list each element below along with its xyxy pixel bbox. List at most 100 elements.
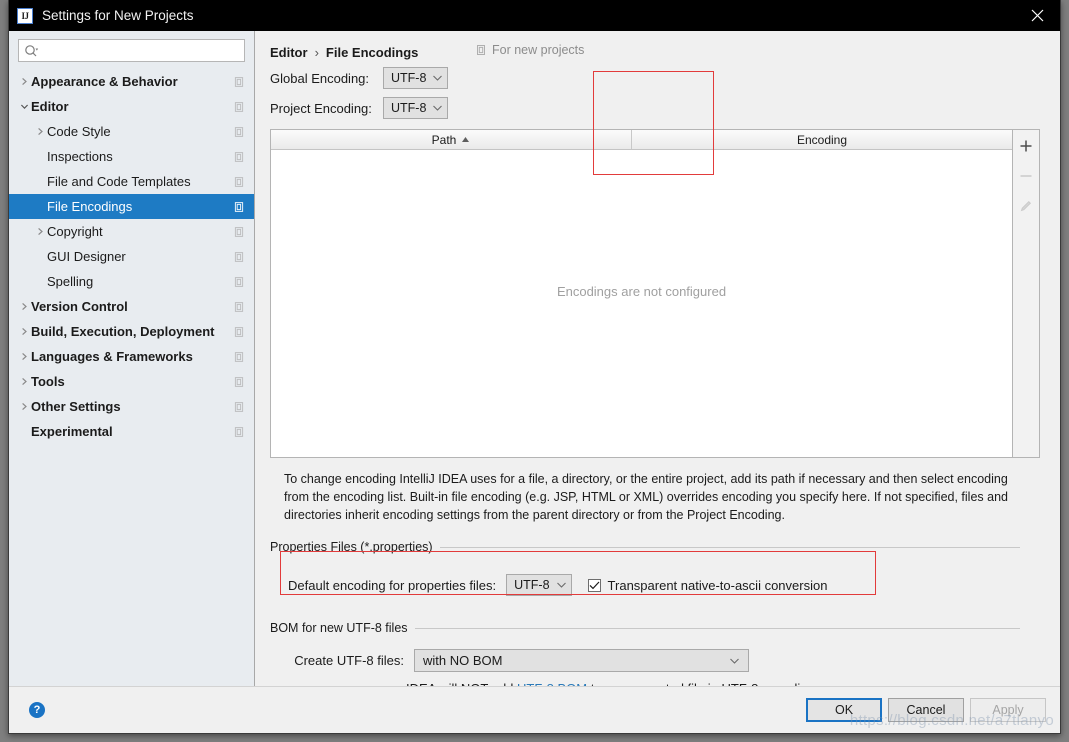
chevron-down-icon xyxy=(729,657,740,665)
help-button[interactable]: ? xyxy=(29,702,45,718)
sidebar-item-file-and-code-templates[interactable]: File and Code Templates xyxy=(9,169,254,194)
column-header-encoding[interactable]: Encoding xyxy=(632,130,1012,149)
title-bar: IJ Settings for New Projects xyxy=(9,0,1060,31)
copy-settings-icon[interactable] xyxy=(232,300,246,314)
sidebar-item-spelling[interactable]: Spelling xyxy=(9,269,254,294)
screenshot-root: IJ Settings for New Projects Appearance … xyxy=(0,0,1069,742)
chevron-down-icon xyxy=(432,104,443,112)
breadcrumb: Editor › File Encodings For new projects xyxy=(270,41,1040,63)
window-title: Settings for New Projects xyxy=(42,8,194,23)
sidebar-item-editor[interactable]: Editor xyxy=(9,94,254,119)
table-toolbar xyxy=(1013,129,1040,458)
sidebar-item-appearance-behavior[interactable]: Appearance & Behavior xyxy=(9,69,254,94)
copy-settings-icon[interactable] xyxy=(232,250,246,264)
main-panel: Editor › File Encodings For new projects xyxy=(255,31,1060,686)
ok-button[interactable]: OK xyxy=(806,698,882,722)
global-encoding-row: Global Encoding: UTF-8 xyxy=(270,63,1040,93)
description-text: To change encoding IntelliJ IDEA uses fo… xyxy=(284,472,1008,522)
tree-arrow-placeholder xyxy=(17,425,31,439)
chevron-right-icon[interactable] xyxy=(33,225,47,239)
sidebar-item-gui-designer[interactable]: GUI Designer xyxy=(9,244,254,269)
sidebar-item-label: Spelling xyxy=(47,274,94,289)
copy-settings-icon[interactable] xyxy=(232,400,246,414)
global-encoding-select[interactable]: UTF-8 xyxy=(383,67,449,89)
copy-settings-icon[interactable] xyxy=(232,275,246,289)
dialog-footer: ? OK Cancel Apply https://blog.csdn.net/… xyxy=(9,686,1060,733)
copy-settings-icon[interactable] xyxy=(232,150,246,164)
project-encoding-row: Project Encoding: UTF-8 xyxy=(270,93,1040,123)
bom-group: BOM for new UTF-8 files Create UTF-8 fil… xyxy=(270,621,1020,686)
table-body[interactable]: Encodings are not configured xyxy=(271,150,1012,457)
copy-settings-icon[interactable] xyxy=(232,200,246,214)
project-encoding-label: Project Encoding: xyxy=(270,100,372,116)
settings-tree: Appearance & Behavior Editor Code Style Ins… xyxy=(9,68,254,686)
bom-group-title: BOM for new UTF-8 files xyxy=(270,621,408,635)
tree-arrow-placeholder xyxy=(33,200,47,214)
group-divider xyxy=(439,546,1020,548)
sidebar-item-label: Experimental xyxy=(31,424,113,439)
remove-button[interactable] xyxy=(1014,164,1038,188)
copy-settings-icon[interactable] xyxy=(232,75,246,89)
footer-buttons: OK Cancel Apply xyxy=(806,698,1046,722)
properties-group-title: Properties Files (*.properties) xyxy=(270,540,433,554)
column-header-encoding-label: Encoding xyxy=(796,132,848,147)
column-header-path[interactable]: Path xyxy=(271,130,632,149)
copy-settings-icon xyxy=(475,44,487,56)
chevron-down-icon[interactable] xyxy=(17,100,31,114)
properties-group-header: Properties Files (*.properties) xyxy=(270,540,1020,554)
for-new-projects-label: For new projects xyxy=(475,43,584,57)
sidebar-item-file-encodings[interactable]: File Encodings xyxy=(9,194,254,219)
search-box[interactable] xyxy=(18,39,245,62)
transparent-conversion-checkbox[interactable]: Transparent native-to-ascii conversion xyxy=(587,578,827,593)
chevron-down-icon xyxy=(556,581,567,589)
sidebar-item-label: Languages & Frameworks xyxy=(31,349,193,364)
project-encoding-value: UTF-8 xyxy=(391,101,427,115)
chevron-right-icon[interactable] xyxy=(17,375,31,389)
close-icon[interactable] xyxy=(1014,0,1060,31)
edit-pencil-icon[interactable] xyxy=(1014,194,1038,218)
sidebar-item-code-style[interactable]: Code Style xyxy=(9,119,254,144)
create-utf8-files-select[interactable]: with NO BOM xyxy=(414,649,749,672)
copy-settings-icon[interactable] xyxy=(232,425,246,439)
copy-settings-icon[interactable] xyxy=(232,225,246,239)
add-button[interactable] xyxy=(1014,134,1038,158)
sort-ascending-icon xyxy=(461,136,470,143)
sidebar-item-build-execution-deployment[interactable]: Build, Execution, Deployment xyxy=(9,319,254,344)
create-utf8-files-value: with NO BOM xyxy=(423,653,503,668)
sidebar-item-tools[interactable]: Tools xyxy=(9,369,254,394)
chevron-right-icon[interactable] xyxy=(17,350,31,364)
sidebar-item-languages-frameworks[interactable]: Languages & Frameworks xyxy=(9,344,254,369)
chevron-right-icon[interactable] xyxy=(17,325,31,339)
apply-button[interactable]: Apply xyxy=(970,698,1046,722)
chevron-right-icon[interactable] xyxy=(17,400,31,414)
copy-settings-icon[interactable] xyxy=(232,125,246,139)
sidebar-item-experimental[interactable]: Experimental xyxy=(9,419,254,444)
sidebar-item-copyright[interactable]: Copyright xyxy=(9,219,254,244)
copy-settings-icon[interactable] xyxy=(232,175,246,189)
sidebar-item-other-settings[interactable]: Other Settings xyxy=(9,394,254,419)
tree-arrow-placeholder xyxy=(33,250,47,264)
encodings-table: Path Encoding Encodings are not configur… xyxy=(270,129,1013,458)
table-empty-message: Encodings are not configured xyxy=(556,284,727,299)
search-input[interactable] xyxy=(39,41,239,60)
chevron-right-icon[interactable] xyxy=(17,300,31,314)
cancel-button[interactable]: Cancel xyxy=(888,698,964,722)
breadcrumb-leaf: File Encodings xyxy=(325,44,419,60)
sidebar-item-label: Version Control xyxy=(31,299,128,314)
dialog-body: Appearance & Behavior Editor Code Style Ins… xyxy=(9,31,1060,686)
chevron-right-icon[interactable] xyxy=(17,75,31,89)
default-properties-encoding-select[interactable]: UTF-8 xyxy=(506,574,572,596)
sidebar-item-inspections[interactable]: Inspections xyxy=(9,144,254,169)
sidebar-item-label: Editor xyxy=(31,99,69,114)
sidebar-item-version-control[interactable]: Version Control xyxy=(9,294,254,319)
copy-settings-icon[interactable] xyxy=(232,375,246,389)
copy-settings-icon[interactable] xyxy=(232,325,246,339)
project-encoding-select[interactable]: UTF-8 xyxy=(383,97,449,119)
copy-settings-icon[interactable] xyxy=(232,350,246,364)
sidebar-item-label: Build, Execution, Deployment xyxy=(31,324,215,339)
breadcrumb-root[interactable]: Editor xyxy=(270,45,308,60)
copy-settings-icon[interactable] xyxy=(232,100,246,114)
chevron-right-icon[interactable] xyxy=(33,125,47,139)
sidebar-item-label: Inspections xyxy=(47,149,113,164)
breadcrumb-separator-icon: › xyxy=(314,44,319,60)
